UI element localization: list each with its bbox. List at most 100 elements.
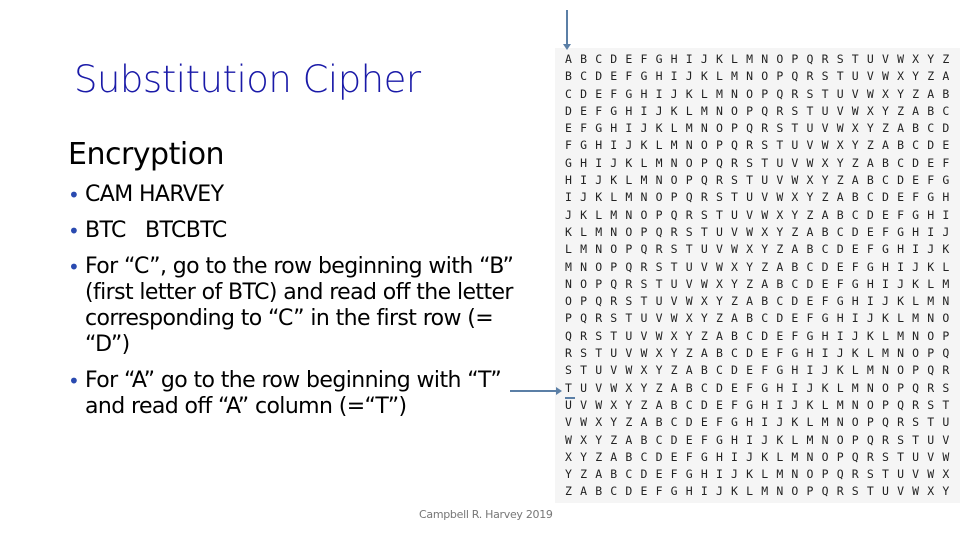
- table-cell: H: [881, 259, 889, 274]
- table-cell: X: [897, 69, 904, 84]
- table-cell: G: [897, 224, 904, 239]
- table-cell: B: [580, 52, 588, 66]
- table-cell: F: [851, 259, 859, 274]
- table-cell: G: [791, 346, 799, 361]
- section-heading: Encryption: [68, 137, 225, 172]
- table-cell: S: [580, 346, 588, 361]
- table-cell: O: [866, 397, 874, 412]
- table-cell: D: [821, 259, 829, 274]
- table-cell: L: [912, 294, 920, 309]
- table-row: KLMNOPQRSTUVWXYZABCDEFGHIJ: [565, 224, 957, 241]
- table-cell: D: [700, 397, 708, 412]
- table-cell: P: [595, 276, 603, 291]
- table-cell: P: [670, 190, 678, 205]
- bullet-item: • For “A” go to the row beginning with “T…: [68, 368, 528, 420]
- table-cell: X: [731, 259, 738, 274]
- table-cell: B: [776, 276, 784, 291]
- table-cell: Y: [610, 415, 618, 430]
- table-cell: L: [610, 190, 618, 205]
- table-cell: M: [580, 242, 588, 257]
- table-cell: U: [625, 328, 633, 343]
- table-cell: H: [821, 328, 829, 343]
- table-cell: Y: [851, 138, 859, 153]
- table-cell: D: [685, 415, 693, 430]
- table-cell: V: [670, 294, 678, 309]
- table-cell: Q: [610, 276, 618, 291]
- table-cell: F: [685, 449, 693, 464]
- table-cell: Z: [942, 52, 950, 66]
- table-cell: N: [685, 138, 693, 153]
- table-cell: L: [715, 69, 723, 84]
- table-cell: J: [821, 363, 829, 378]
- table-cell: O: [731, 103, 738, 118]
- table-cell: E: [655, 467, 663, 482]
- table-cell: A: [866, 155, 874, 170]
- table-cell: A: [927, 86, 935, 101]
- table-cell: K: [700, 69, 708, 84]
- table-cell: G: [776, 363, 784, 378]
- table-cell: X: [595, 415, 603, 430]
- table-cell: Z: [912, 86, 920, 101]
- table-cell: U: [866, 52, 874, 66]
- table-cell: N: [851, 397, 859, 412]
- table-cell: W: [655, 328, 663, 343]
- table-cell: B: [595, 484, 603, 499]
- table-row: STUVWXYZABCDEFGHIJKLMNOPQR: [565, 362, 957, 379]
- table-cell: E: [866, 224, 874, 239]
- table-cell: Y: [912, 69, 920, 84]
- table-cell: F: [625, 69, 633, 84]
- table-cell: V: [851, 86, 859, 101]
- table-cell: N: [565, 276, 572, 291]
- table-cell: P: [715, 138, 723, 153]
- table-cell: L: [806, 415, 814, 430]
- table-cell: U: [731, 207, 738, 222]
- table-cell: A: [746, 294, 754, 309]
- table-cell: W: [866, 86, 874, 101]
- table-cell: V: [881, 52, 889, 66]
- table-cell: C: [565, 86, 572, 101]
- table-cell: I: [746, 432, 754, 447]
- table-cell: C: [655, 432, 663, 447]
- table-cell: X: [836, 138, 844, 153]
- table-cell: W: [731, 242, 738, 257]
- table-cell: G: [625, 86, 633, 101]
- table-cell: D: [806, 276, 814, 291]
- table-cell: P: [731, 121, 738, 136]
- table-cell: E: [670, 449, 678, 464]
- table-cell: M: [746, 52, 754, 66]
- table-cell: I: [565, 190, 572, 205]
- table-cell: D: [866, 207, 874, 222]
- table-cell: Y: [881, 103, 889, 118]
- table-cell: G: [821, 311, 829, 326]
- table-cell: P: [927, 346, 935, 361]
- table-cell: W: [912, 484, 920, 499]
- table-cell: S: [761, 138, 769, 153]
- table-cell: P: [836, 449, 844, 464]
- table-cell: C: [791, 276, 799, 291]
- table-cell: Q: [927, 363, 935, 378]
- table-cell: E: [595, 86, 603, 101]
- table-cell: E: [836, 259, 844, 274]
- table-cell: R: [821, 52, 829, 66]
- table-cell: O: [655, 190, 663, 205]
- table-cell: H: [927, 207, 935, 222]
- table-cell: H: [746, 415, 754, 430]
- table-cell: N: [610, 224, 618, 239]
- table-cell: W: [761, 207, 769, 222]
- table-cell: M: [610, 207, 618, 222]
- table-cell: J: [610, 155, 618, 170]
- table-cell: Z: [881, 121, 889, 136]
- table-cell: Q: [746, 121, 754, 136]
- table-cell: S: [610, 311, 618, 326]
- table-cell: D: [836, 242, 844, 257]
- table-cell: P: [700, 155, 708, 170]
- table-cell: I: [897, 259, 904, 274]
- table-cell: H: [897, 242, 904, 257]
- table-cell: W: [836, 121, 844, 136]
- table-cell: R: [610, 294, 618, 309]
- table-row: EFGHIJKLMNOPQRSTUVWXYZABCD: [565, 120, 957, 137]
- table-cell: E: [746, 363, 754, 378]
- table-cell: F: [715, 415, 723, 430]
- table-cell: Z: [685, 346, 693, 361]
- table-cell: M: [897, 328, 904, 343]
